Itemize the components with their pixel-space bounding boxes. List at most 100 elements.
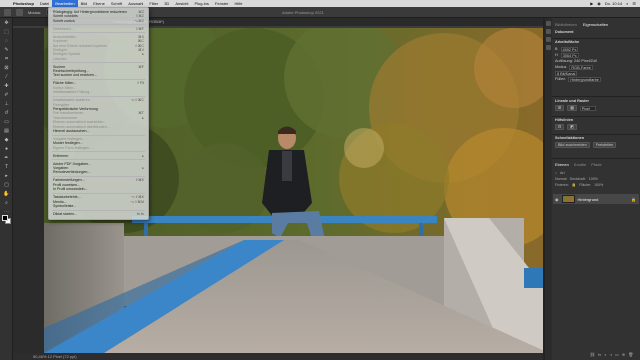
sponge-tool-icon[interactable]: ● <box>2 146 11 153</box>
menu-auswahl[interactable]: Auswahl <box>125 0 146 7</box>
menu-datei[interactable]: Datei <box>37 0 52 7</box>
mode-select[interactable]: RGB-Farbe <box>569 64 593 70</box>
tab-channels[interactable]: Kanäle <box>574 162 586 168</box>
grid-icon[interactable]: ▦ <box>567 105 577 111</box>
edit-menu-item[interactable]: Text suchen und ersetzen... <box>49 73 148 77</box>
eraser-tool-icon[interactable]: ▭ <box>2 119 11 126</box>
edit-menu-item[interactable]: Diktat starten... fn fn <box>49 212 148 216</box>
pen-tool-icon[interactable]: ✒ <box>2 155 11 162</box>
move-tool-icon[interactable]: ✥ <box>2 20 11 27</box>
menu-filter[interactable]: Filter <box>146 0 161 7</box>
folder-icon[interactable]: ▭ <box>615 352 619 357</box>
edit-menu-item[interactable]: Schritt zurück ⌥⌘Z <box>49 19 148 23</box>
path-select-tool-icon[interactable]: ▸ <box>2 173 11 180</box>
frame-tool-icon[interactable]: ⊠ <box>2 65 11 72</box>
link-icon[interactable]: ⛓ <box>590 352 595 357</box>
width-field[interactable]: 4592 Px <box>560 46 579 52</box>
menu-app-photoshop[interactable]: Photoshop <box>10 0 37 7</box>
guides-section: Hilfslinien ⊟ ◩ <box>555 118 637 130</box>
hand-tool-icon[interactable]: ✋ <box>2 191 11 198</box>
color-icon[interactable] <box>546 29 551 34</box>
rulers-header[interactable]: Lineale und Raster <box>555 99 637 103</box>
marquee-tool-icon[interactable]: ⬚ <box>2 29 11 36</box>
control-center-icon[interactable]: ☰ <box>632 1 636 6</box>
edit-menu-item[interactable]: Remoteverbindungen... <box>49 170 148 174</box>
menu-ebene[interactable]: Ebene <box>90 0 108 7</box>
adjustments-icon[interactable] <box>546 45 551 50</box>
type-tool-icon[interactable]: T <box>2 164 11 171</box>
menu-3d[interactable]: 3D <box>161 0 172 7</box>
tab-properties[interactable]: Eigenschaften <box>583 22 608 28</box>
depth-select[interactable]: 8 Bit/Kanal <box>555 70 578 76</box>
guides-header[interactable]: Hilfslinien <box>555 118 637 122</box>
gradient-tool-icon[interactable]: ▤ <box>2 128 11 135</box>
menu-separator <box>52 159 145 161</box>
crop-image-button[interactable]: Bild zuschneiden <box>555 142 590 148</box>
record-icon[interactable]: ◉ <box>597 1 601 6</box>
menu-item-shortcut: ▸ <box>142 52 144 57</box>
fill-opacity-field[interactable]: 100% <box>594 183 603 187</box>
eye-icon[interactable]: ◉ <box>555 197 559 202</box>
history-icon[interactable] <box>546 21 551 26</box>
swatches-icon[interactable] <box>546 37 551 42</box>
edit-menu-item[interactable]: Entleeren ▸ <box>49 154 148 158</box>
crop-tool-icon[interactable]: ⌗ <box>2 56 11 63</box>
edit-menu-dropdown: Rückgängig: Auf Hintergrundebene reduzie… <box>48 7 149 220</box>
lock-label: Fixieren: <box>555 183 569 187</box>
tab-paths[interactable]: Pfade <box>591 162 601 168</box>
shape-tool-icon[interactable]: ▢ <box>2 182 11 189</box>
mode-label: Modus <box>555 65 567 69</box>
brush-tool-icon[interactable]: ✐ <box>2 92 11 99</box>
healing-brush-tool-icon[interactable]: ✚ <box>2 83 11 90</box>
menu-item-label: Inhaltsbasierte Füllung... <box>53 90 93 95</box>
quick-actions-header[interactable]: Schnellaktionen <box>555 136 637 140</box>
blend-mode-select[interactable]: Normal <box>555 177 567 181</box>
ruler-unit-select[interactable]: Pixel <box>579 105 596 111</box>
foreground-color-swatch[interactable] <box>2 215 8 221</box>
quick-select-tool-icon[interactable]: ✎ <box>2 47 11 54</box>
edit-menu-item: Löschen <box>49 57 148 61</box>
sponge-tool-icon[interactable] <box>16 8 23 16</box>
fx-icon[interactable]: fx <box>598 352 601 357</box>
blur-tool-icon[interactable]: ◆ <box>2 137 11 144</box>
menu-bild[interactable]: Bild <box>78 0 91 7</box>
mask-icon[interactable]: ◐ <box>604 352 606 357</box>
menu-plugins[interactable]: Plug-ins <box>191 0 211 7</box>
fill-select[interactable]: Hintergrundfarbe <box>568 76 601 82</box>
guides-color-icon[interactable]: ◩ <box>567 124 577 130</box>
home-icon[interactable] <box>4 8 11 16</box>
layer-row[interactable]: ◉ Hintergrund 🔒 <box>553 194 639 204</box>
tab-libraries[interactable]: Bibliotheken <box>555 22 577 28</box>
menu-fenster[interactable]: Fenster <box>212 0 232 7</box>
zoom-tool-icon[interactable]: ⌕ <box>2 200 11 207</box>
ruler-icon[interactable]: ⊞ <box>555 105 565 111</box>
lasso-tool-icon[interactable]: ◌ <box>2 38 11 45</box>
tab-layers[interactable]: Ebenen <box>555 162 569 168</box>
new-layer-icon[interactable]: ⊕ <box>622 352 625 357</box>
kind-filter[interactable]: Art <box>560 171 565 175</box>
adjustment-icon[interactable]: ◑ <box>610 352 612 357</box>
spotlight-icon[interactable]: ⌕ <box>626 1 628 6</box>
fill-label: Füllen <box>555 77 566 81</box>
menu-schrift[interactable]: Schrift <box>108 0 125 7</box>
menu-bearbeiten[interactable]: Bearbeiten <box>52 0 78 7</box>
edit-menu-item[interactable]: In Profil umwandeln... <box>49 187 148 191</box>
lock-icon[interactable]: 🔒 <box>572 183 576 187</box>
trim-button[interactable]: Freistellen <box>592 142 617 148</box>
properties-tabs: Bibliotheken Eigenschaften <box>552 22 640 28</box>
height-field[interactable]: 3064 Px <box>560 52 579 58</box>
menu-ansicht[interactable]: Ansicht <box>172 0 191 7</box>
eyedropper-tool-icon[interactable]: ⁄ <box>2 74 11 81</box>
menu-item-label: Löschen <box>53 56 67 61</box>
menu-hilfe[interactable]: Hilfe <box>231 0 245 7</box>
search-icon[interactable]: ⌕ <box>555 171 557 175</box>
play-icon[interactable]: ▶ <box>590 1 593 6</box>
edit-menu-item[interactable]: Symbolleiste... <box>49 204 148 208</box>
opacity-field[interactable]: 100% <box>589 177 598 181</box>
edit-menu-item[interactable]: Himmel austauschen... <box>49 129 148 133</box>
mode-label: Modus: <box>28 9 42 15</box>
trash-icon[interactable]: 🗑 <box>628 352 633 357</box>
clone-stamp-tool-icon[interactable]: ⊥ <box>2 101 11 108</box>
guides-icon[interactable]: ⊟ <box>555 124 565 130</box>
history-brush-tool-icon[interactable]: ↺ <box>2 110 11 117</box>
